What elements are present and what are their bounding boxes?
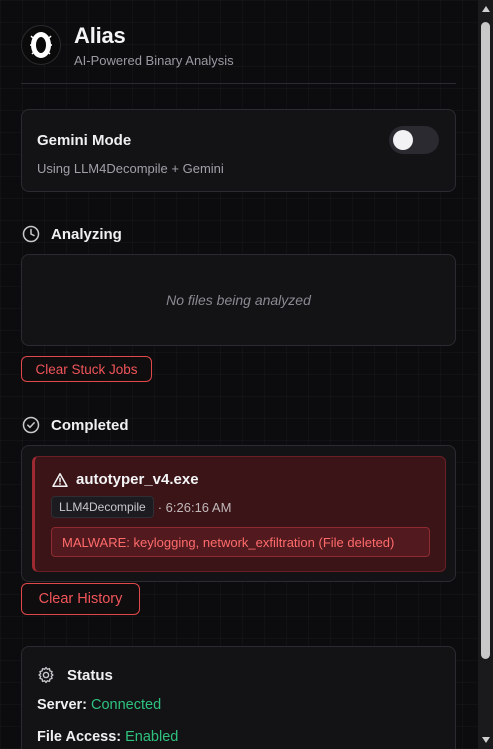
app-title: Alias xyxy=(74,23,126,48)
status-card: Status Server: Connected File Access: En… xyxy=(21,646,456,749)
extension-panel: Alias AI-Powered Binary Analysis Gemini … xyxy=(0,0,477,749)
server-status-row: Server: Connected xyxy=(37,697,161,713)
warning-icon xyxy=(52,472,68,488)
status-heading: Status xyxy=(67,666,113,684)
clear-stuck-jobs-button[interactable]: Clear Stuck Jobs xyxy=(21,356,152,382)
server-label: Server: xyxy=(37,697,87,713)
model-badge: LLM4Decompile xyxy=(51,496,154,518)
file-access-label: File Access: xyxy=(37,729,122,745)
completed-heading: Completed xyxy=(51,416,129,434)
header-divider xyxy=(21,83,456,84)
completed-list: autotyper_v4.exe LLM4Decompile · 6:26:16… xyxy=(21,445,456,582)
malware-verdict: MALWARE: keylogging, network_exfiltratio… xyxy=(51,527,430,557)
empty-state-text: No files being analyzed xyxy=(166,292,311,308)
analyzing-list: No files being analyzed xyxy=(21,254,456,346)
toggle-knob xyxy=(393,130,413,150)
analyzing-section-header: Analyzing xyxy=(21,224,122,244)
scroll-down-arrow-icon[interactable] xyxy=(478,733,493,747)
vertical-scrollbar[interactable] xyxy=(478,0,493,749)
eye-logo-icon xyxy=(21,25,61,65)
gemini-mode-card: Gemini Mode Using LLM4Decompile + Gemini xyxy=(21,109,456,192)
check-circle-icon xyxy=(21,415,41,435)
file-timestamp: · 6:26:16 AM xyxy=(157,499,232,515)
gemini-mode-toggle[interactable] xyxy=(389,126,439,154)
server-value: Connected xyxy=(91,697,162,713)
file-name-row: autotyper_v4.exe xyxy=(52,471,199,488)
completed-section-header: Completed xyxy=(21,415,129,435)
clear-history-button[interactable]: Clear History xyxy=(21,583,140,615)
scrollbar-thumb[interactable] xyxy=(481,22,490,659)
app-subtitle: AI-Powered Binary Analysis xyxy=(74,53,234,68)
file-name: autotyper_v4.exe xyxy=(76,471,199,488)
file-meta: LLM4Decompile · 6:26:16 AM xyxy=(51,496,231,518)
gemini-mode-subtitle: Using LLM4Decompile + Gemini xyxy=(37,161,224,176)
clock-icon xyxy=(21,224,41,244)
file-access-value: Enabled xyxy=(125,729,179,745)
gear-icon xyxy=(37,666,55,684)
analyzing-heading: Analyzing xyxy=(51,225,122,243)
file-access-row: File Access: Enabled xyxy=(37,729,178,745)
status-header: Status xyxy=(37,666,113,684)
completed-item[interactable]: autotyper_v4.exe LLM4Decompile · 6:26:16… xyxy=(32,456,446,572)
scroll-up-arrow-icon[interactable] xyxy=(478,2,493,16)
gemini-mode-title: Gemini Mode xyxy=(37,132,132,149)
